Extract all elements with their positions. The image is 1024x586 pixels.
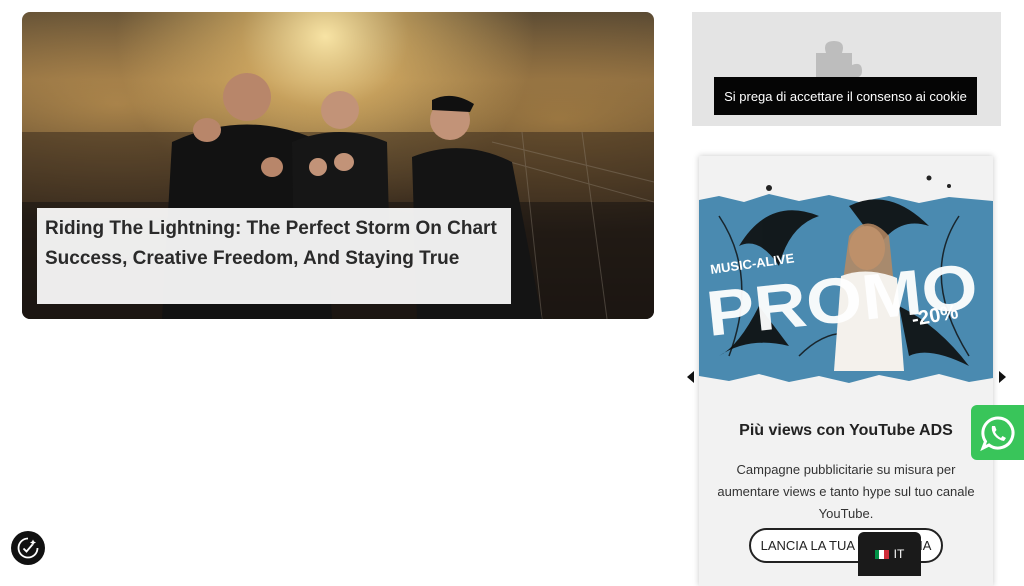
promo-description: Campagne pubblicitarie su misura per aum… xyxy=(717,462,975,521)
italy-flag-icon xyxy=(874,549,889,559)
chevron-right-icon[interactable] xyxy=(999,371,1006,383)
privacy-settings-button[interactable] xyxy=(11,531,45,565)
privacy-settings-icon xyxy=(17,537,39,559)
featured-article-title[interactable]: Riding The Lightning: The Perfect Storm … xyxy=(37,208,511,304)
chevron-left-icon[interactable] xyxy=(687,371,694,383)
whatsapp-icon xyxy=(979,415,1014,451)
featured-article-card[interactable]: Riding The Lightning: The Perfect Storm … xyxy=(22,12,654,319)
language-code: IT xyxy=(893,547,905,561)
cookie-consent-placeholder: Si prega di accettare il consenso ai coo… xyxy=(692,12,1001,126)
promo-banner-image: MUSIC-ALIVE PROMO -20% xyxy=(699,156,993,396)
accept-cookies-button[interactable]: Si prega di accettare il consenso ai coo… xyxy=(714,77,977,115)
whatsapp-button[interactable] xyxy=(971,405,1024,460)
promo-slide: MUSIC-ALIVE PROMO -20% Più views con You… xyxy=(699,156,993,586)
language-switcher[interactable]: IT xyxy=(858,532,921,576)
puzzle-icon xyxy=(816,41,862,79)
promo-title: Più views con YouTube ADS xyxy=(739,422,953,439)
